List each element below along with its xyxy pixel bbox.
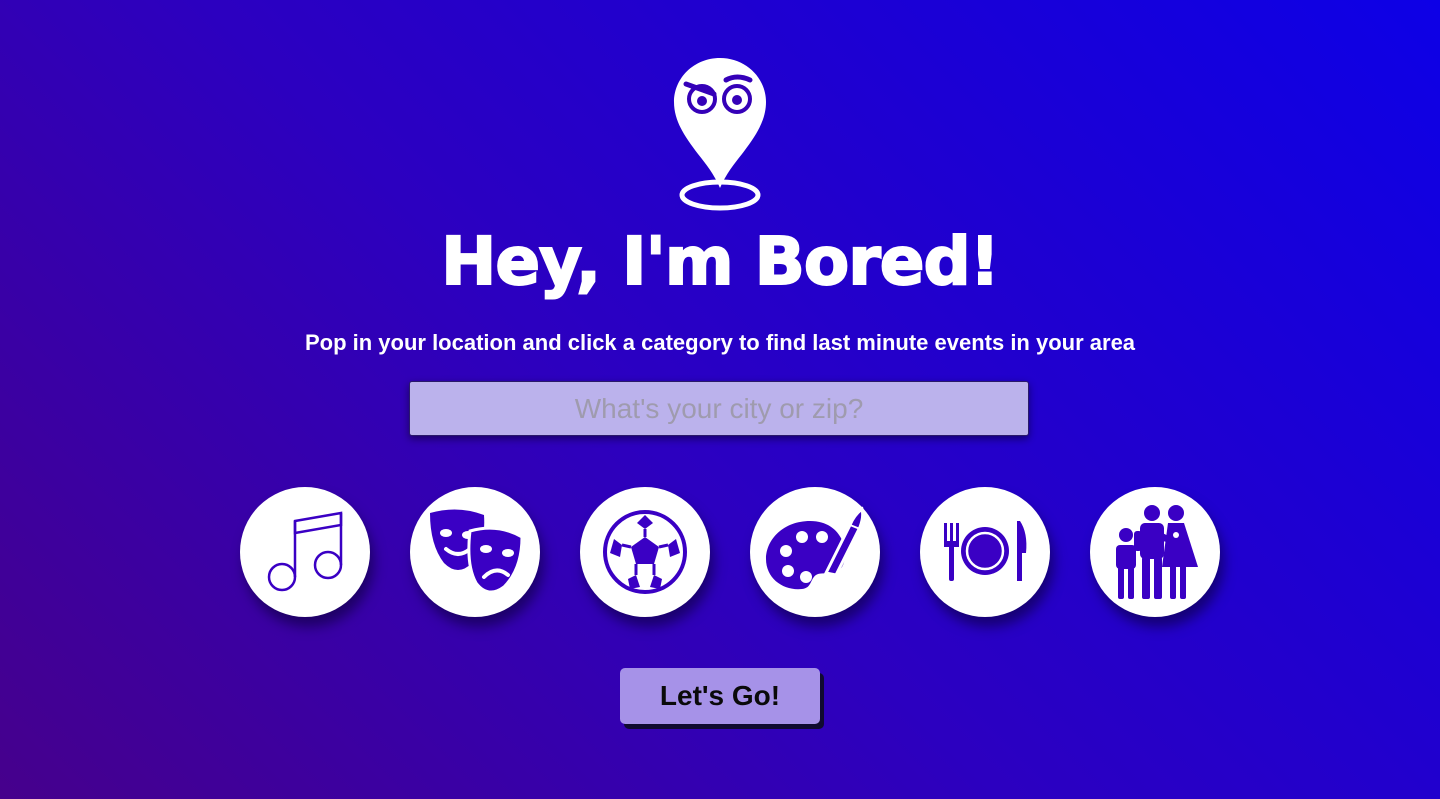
theater-masks-icon: [430, 509, 524, 594]
category-theater-button[interactable]: [410, 487, 540, 617]
category-sports-button[interactable]: [580, 487, 710, 617]
page-title: Hey, I'm Bored!: [440, 222, 1001, 301]
map-pin-face-icon: [674, 58, 766, 211]
page-subtitle: Pop in your location and click a categor…: [304, 330, 1136, 355]
category-arts-button[interactable]: [750, 487, 880, 617]
location-search-input[interactable]: [409, 381, 1029, 436]
art-palette-icon: [766, 506, 865, 590]
category-list: [240, 487, 1220, 617]
lets-go-button[interactable]: Let's Go!: [620, 668, 820, 724]
family-icon: [1116, 505, 1198, 599]
category-family-button[interactable]: [1090, 487, 1220, 617]
category-music-button[interactable]: [240, 487, 370, 617]
category-food-button[interactable]: [920, 487, 1050, 617]
dining-icon: [944, 521, 1027, 581]
soccer-ball-icon: [603, 510, 687, 594]
music-note-icon: [267, 511, 343, 592]
